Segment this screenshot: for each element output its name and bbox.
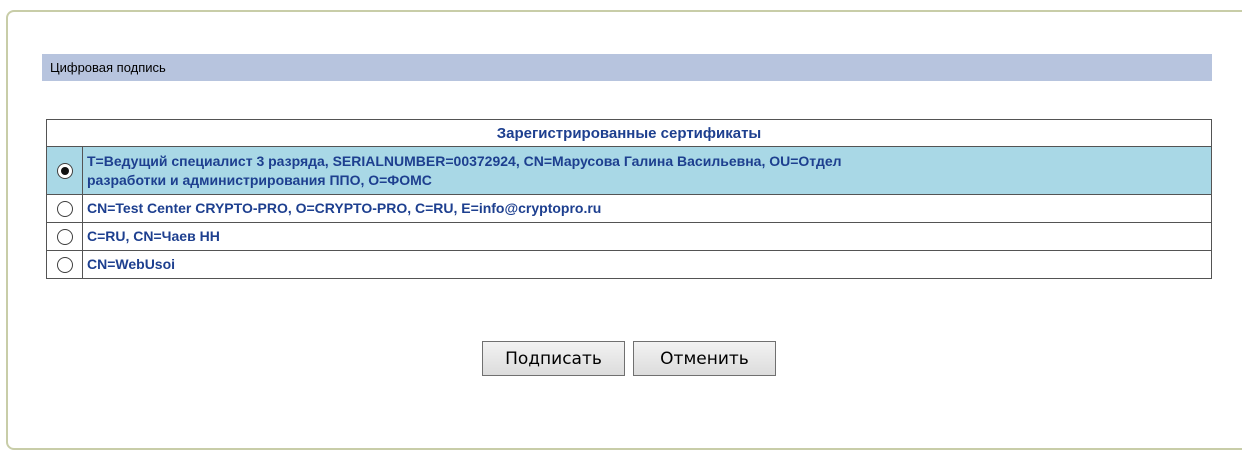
sign-button[interactable]: Подписать: [482, 341, 625, 376]
certificates-table: Зарегистрированные сертификаты T=Ведущий…: [46, 119, 1212, 279]
certificates-table-header: Зарегистрированные сертификаты: [46, 119, 1212, 147]
certificate-text: C=RU, CN=Чаев НН: [87, 228, 220, 244]
action-buttons: Подписать Отменить: [0, 341, 1242, 376]
certificate-row[interactable]: C=RU, CN=Чаев НН: [46, 222, 1212, 251]
certificate-cell[interactable]: CN=Test Center CRYPTO-PRO, O=CRYPTO-PRO,…: [82, 194, 1212, 223]
radio-cell: [46, 194, 83, 223]
certificate-radio[interactable]: [56, 201, 73, 218]
radio-cell: [46, 222, 83, 251]
radio-cell: [46, 250, 83, 279]
certificate-cell[interactable]: T=Ведущий специалист 3 разряда, SERIALNU…: [82, 146, 1212, 195]
certificate-row[interactable]: CN=Test Center CRYPTO-PRO, O=CRYPTO-PRO,…: [46, 194, 1212, 223]
radio-cell: [46, 146, 83, 195]
section-header: Цифровая подпись: [42, 54, 1212, 81]
certificate-radio[interactable]: [56, 163, 73, 180]
certificate-text-line1: T=Ведущий специалист 3 разряда, SERIALNU…: [87, 152, 842, 169]
certificate-text: CN=WebUsoi: [87, 256, 176, 272]
section-title: Цифровая подпись: [50, 60, 166, 75]
certificate-text: CN=Test Center CRYPTO-PRO, O=CRYPTO-PRO,…: [87, 200, 602, 216]
certificate-cell[interactable]: CN=WebUsoi: [82, 250, 1212, 279]
certificate-cell[interactable]: C=RU, CN=Чаев НН: [82, 222, 1212, 251]
certificate-radio[interactable]: [56, 257, 73, 274]
certificate-text-line2: разработки и администрирования ППО, O=ФО…: [87, 171, 432, 188]
certificate-radio[interactable]: [56, 229, 73, 246]
cancel-button[interactable]: Отменить: [633, 341, 776, 376]
certificate-row[interactable]: CN=WebUsoi: [46, 250, 1212, 279]
certificate-row[interactable]: T=Ведущий специалист 3 разряда, SERIALNU…: [46, 146, 1212, 195]
